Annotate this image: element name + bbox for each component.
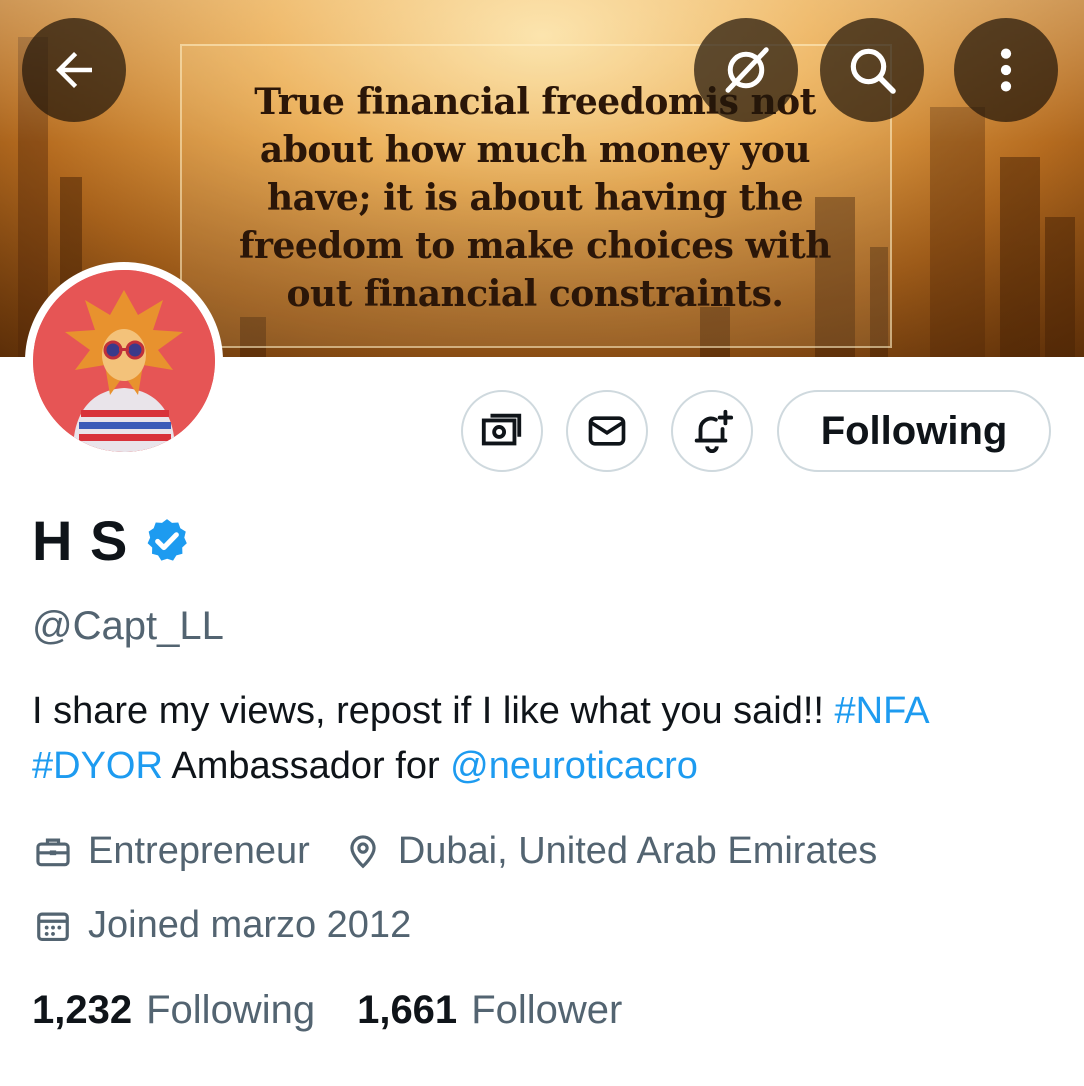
- follower-count: 1,661: [357, 988, 458, 1032]
- location-text: Dubai, United Arab Emirates: [397, 830, 878, 872]
- tip-button[interactable]: [461, 390, 543, 472]
- profile-name-row: H S: [32, 508, 192, 573]
- briefcase-icon: [32, 831, 74, 873]
- quote-line: out financial constraints.: [286, 273, 784, 315]
- profile-meta-row: Entrepreneur Dubai, United Arab Emirates: [32, 830, 877, 873]
- bio-text: I share my views, repost if I like what …: [32, 690, 835, 732]
- joined-text: Joined marzo 2012: [88, 904, 412, 946]
- more-vertical-icon: [1000, 48, 1012, 92]
- bell-plus-icon: [694, 409, 734, 453]
- following-label: Following: [146, 988, 316, 1032]
- grok-icon: [725, 47, 769, 93]
- search-button[interactable]: [820, 18, 924, 122]
- lion-character-icon: [33, 270, 215, 452]
- calendar-icon: [32, 905, 74, 947]
- follower-stat[interactable]: 1,661 Follower: [357, 988, 622, 1033]
- following-button[interactable]: Following: [777, 390, 1051, 472]
- arrow-left-icon: [56, 52, 92, 88]
- mention-link[interactable]: @neuroticacro: [450, 745, 698, 787]
- profession-text: Entrepreneur: [88, 830, 310, 872]
- location-pin-icon: [342, 831, 384, 873]
- follower-label: Follower: [471, 988, 623, 1032]
- money-icon: [481, 413, 522, 446]
- profile-bio: I share my views, repost if I like what …: [32, 684, 1052, 794]
- following-count: 1,232: [32, 988, 133, 1032]
- bio-text: Ambassador for: [162, 745, 451, 787]
- quote-line: have; it is about having the: [267, 177, 803, 219]
- hashtag-link[interactable]: #DYOR: [32, 745, 163, 787]
- more-button[interactable]: [954, 18, 1058, 122]
- joined-row: Joined marzo 2012: [32, 904, 411, 947]
- user-handle: @Capt_LL: [32, 604, 224, 648]
- avatar-image: [33, 270, 215, 452]
- search-icon: [850, 48, 896, 94]
- follow-stats: 1,232 Following 1,661 Follower: [32, 988, 622, 1033]
- following-stat[interactable]: 1,232 Following: [32, 988, 315, 1033]
- verified-badge-icon[interactable]: [142, 516, 192, 566]
- display-name: H S: [32, 509, 129, 572]
- notifications-button[interactable]: [671, 390, 753, 472]
- hashtag-link[interactable]: #NFA: [835, 690, 930, 732]
- message-button[interactable]: [566, 390, 648, 472]
- envelope-icon: [588, 416, 626, 446]
- quote-line: about how much money you: [259, 129, 811, 171]
- avatar[interactable]: [25, 262, 223, 460]
- back-button[interactable]: [22, 18, 126, 122]
- grok-button[interactable]: [694, 18, 798, 122]
- quote-line: freedom to make choices with: [239, 225, 831, 267]
